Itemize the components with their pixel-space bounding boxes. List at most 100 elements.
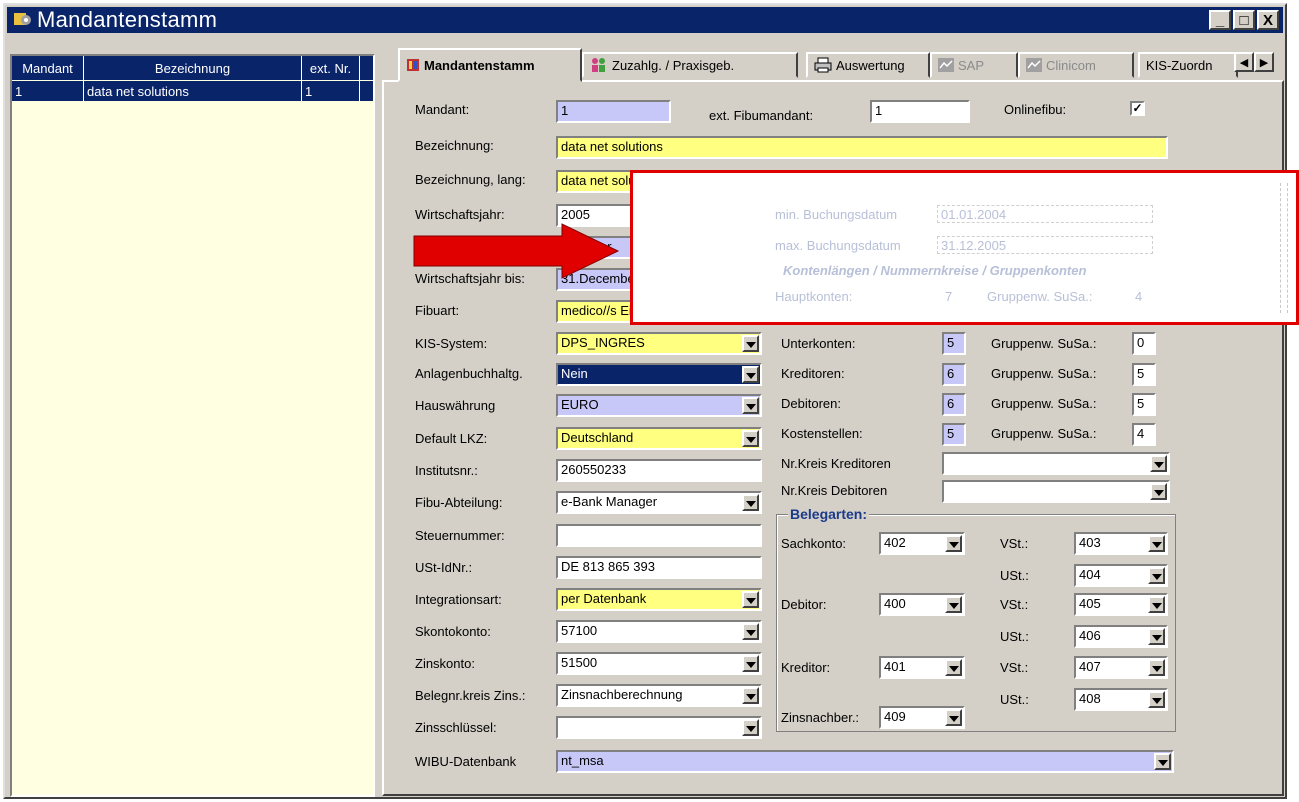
debitor-select[interactable]: 400 [879,593,965,616]
ust-kreditor-select[interactable]: 408 [1074,688,1168,711]
hauswaehrung-select[interactable]: EURO [556,394,762,417]
vst-kreditor-select[interactable]: 407 [1074,656,1168,679]
label-onlinefibu: Onlinefibu: [1004,102,1067,117]
debitoren-field[interactable]: 6 [942,393,966,416]
chevron-down-icon[interactable] [742,687,759,704]
kreditoren-gw-field[interactable]: 5 [1132,363,1156,386]
institutsnr-field[interactable]: 260550233 [556,459,762,482]
fibu-abteilung-select[interactable]: e-Bank Manager [556,491,762,514]
anlagenbuchhaltung-select[interactable]: Nein [556,363,762,386]
chevron-down-icon[interactable] [742,494,759,511]
mandant-field[interactable]: 1 [556,100,671,123]
chart-icon [1026,58,1042,72]
chevron-down-icon[interactable] [945,709,962,726]
maximize-button[interactable]: □ [1233,10,1255,30]
chevron-down-icon[interactable] [742,335,759,352]
chevron-down-icon[interactable] [742,719,759,736]
tab-scroll-left-icon[interactable]: ◀ [1234,52,1254,72]
column-header-ext-nr[interactable]: ext. Nr. [302,56,360,80]
label-ust: USt.: [1000,568,1029,583]
chevron-down-icon[interactable] [1154,753,1171,770]
wibu-datenbank-select[interactable]: nt_msa [556,750,1174,773]
label-vst: VSt.: [1000,597,1029,612]
nrkreis-kreditoren-select[interactable] [942,452,1170,475]
label-zinsschluessel: Zinsschlüssel: [415,720,497,735]
chevron-down-icon[interactable] [742,366,759,383]
zinsschluessel-select[interactable] [556,716,762,739]
label-anlagenbuchhaltung: Anlagenbuchhaltg. [415,366,523,381]
tab-label: Auswertung [836,57,905,73]
tab-auswertung[interactable]: Auswertung [806,52,930,78]
tab-label: Zuzahlg. / Praxisgeb. [612,57,735,73]
bezeichnung-field[interactable]: data net solutions [556,136,1168,159]
chevron-down-icon[interactable] [1148,691,1165,708]
ust-idnr-field[interactable]: DE 813 865 393 [556,556,762,579]
vst-debitor-select[interactable]: 405 [1074,593,1168,616]
sachkonto-select[interactable]: 402 [879,532,965,555]
kostenstellen-gw-field[interactable]: 4 [1132,423,1156,446]
integrationsart-select[interactable]: per Datenbank [556,588,762,611]
chevron-down-icon[interactable] [742,430,759,447]
zinsnachber-select[interactable]: 409 [879,706,965,729]
select-value: 402 [884,535,906,550]
mandant-list[interactable]: Mandant Bezeichnung ext. Nr. 1 data net … [10,54,375,797]
chevron-down-icon[interactable] [742,655,759,672]
chevron-down-icon[interactable] [945,596,962,613]
steuernummer-field[interactable] [556,524,762,547]
title-bar[interactable]: Mandantenstamm _ □ X [7,7,1283,33]
select-value: Zinsnachberechnung [561,687,683,702]
close-button[interactable]: X [1257,10,1279,30]
onlinefibu-checkbox[interactable]: ✓ [1130,101,1145,116]
ust-debitor-select[interactable]: 406 [1074,625,1168,648]
skontokonto-select[interactable]: 57100 [556,620,762,643]
chevron-down-icon[interactable] [1148,659,1165,676]
chevron-down-icon[interactable] [1148,535,1165,552]
unterkonten-gw-field[interactable]: 0 [1132,332,1156,355]
list-item[interactable]: 1 data net solutions 1 [12,81,373,101]
column-header-mandant[interactable]: Mandant [12,56,84,80]
tab-label: Mandantenstamm [424,57,535,73]
label-nrkreis-debitoren: Nr.Kreis Debitoren [781,483,888,498]
debitoren-gw-field[interactable]: 5 [1132,393,1156,416]
chevron-down-icon[interactable] [945,535,962,552]
kreditor-select[interactable]: 401 [879,656,965,679]
ghost-label-gruppenw: Gruppenw. SuSa.: [987,289,1093,304]
minimize-button[interactable]: _ [1209,10,1231,30]
label-gruppenw-susa: Gruppenw. SuSa.: [991,336,1097,351]
tab-kis-zuordnung[interactable]: KIS-Zuordn [1138,52,1238,78]
chevron-down-icon[interactable] [1150,483,1167,500]
ghost-field [937,205,1153,223]
kis-system-select[interactable]: DPS_INGRES [556,332,762,355]
chevron-down-icon[interactable] [1148,596,1165,613]
belegnr-kreis-zins-select[interactable]: Zinsnachberechnung [556,684,762,707]
tab-clinicom[interactable]: Clinicom [1018,52,1134,78]
ext-fibumandant-field[interactable]: 1 [870,100,970,123]
tab-scroll-right-icon[interactable]: ▶ [1254,52,1274,72]
chevron-down-icon[interactable] [742,591,759,608]
nrkreis-debitoren-select[interactable] [942,480,1170,503]
ghost-label-min-buchungsdatum: min. Buchungsdatum [775,207,898,222]
chevron-down-icon[interactable] [945,659,962,676]
people-icon [592,58,605,72]
zinskonto-select[interactable]: 51500 [556,652,762,675]
tab-mandantenstamm[interactable]: Mandantenstamm [398,48,582,82]
tab-bar: Mandantenstamm Zuzahlg. / Praxisgeb. Aus… [382,48,1284,82]
vst-sachkonto-select[interactable]: 403 [1074,532,1168,555]
chevron-down-icon[interactable] [1148,567,1165,584]
chevron-down-icon[interactable] [1148,628,1165,645]
window-title: Mandantenstamm [37,7,218,32]
ust-sachkonto-select[interactable]: 404 [1074,564,1168,587]
kostenstellen-field[interactable]: 5 [942,423,966,446]
default-lkz-select[interactable]: Deutschland [556,427,762,450]
label-kostenstellen: Kostenstellen: [781,426,863,441]
label-ust-idnr: USt-IdNr.: [415,560,473,575]
tab-sap[interactable]: SAP [930,52,1018,78]
chevron-down-icon[interactable] [742,623,759,640]
kreditoren-field[interactable]: 6 [942,363,966,386]
unterkonten-field[interactable]: 5 [942,332,966,355]
tab-zuzahlg[interactable]: Zuzahlg. / Praxisgeb. [582,52,798,78]
chevron-down-icon[interactable] [1150,455,1167,472]
column-header-bezeichnung[interactable]: Bezeichnung [84,56,302,80]
label-zinskonto: Zinskonto: [415,656,475,671]
chevron-down-icon[interactable] [742,397,759,414]
